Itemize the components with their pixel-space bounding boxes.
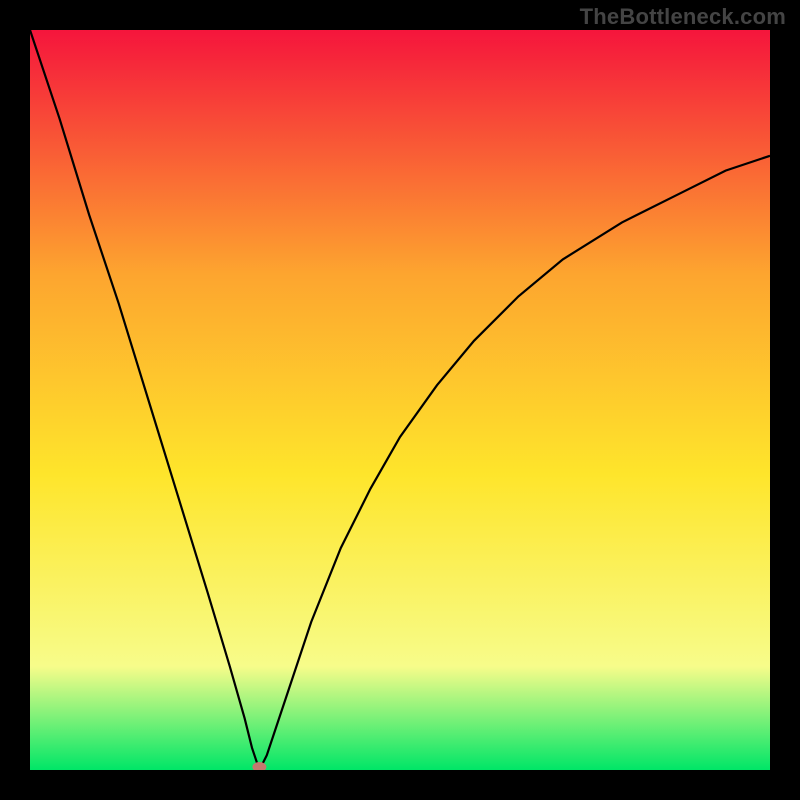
bottleneck-chart	[30, 30, 770, 770]
watermark-text: TheBottleneck.com	[580, 4, 786, 30]
gradient-background	[30, 30, 770, 770]
chart-container: TheBottleneck.com	[0, 0, 800, 800]
plot-area	[30, 30, 770, 770]
